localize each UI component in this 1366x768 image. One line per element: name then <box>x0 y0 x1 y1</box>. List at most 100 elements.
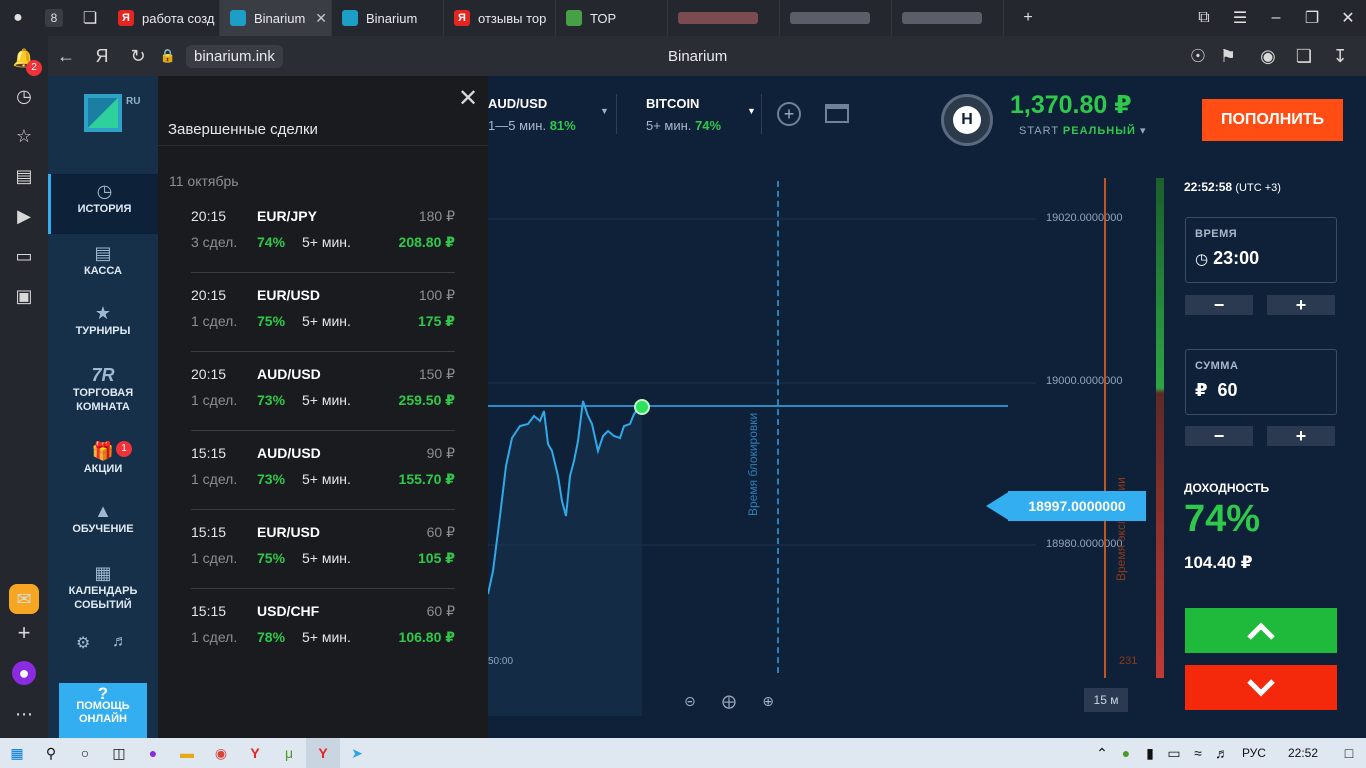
put-down-button[interactable] <box>1185 665 1337 710</box>
notes-icon[interactable]: ▤ <box>12 164 36 188</box>
tab-6[interactable] <box>668 0 780 36</box>
reload-icon[interactable]: ↻ <box>120 36 156 76</box>
chrome-icon[interactable]: ◉ <box>204 738 238 768</box>
deal-row[interactable]: 15:15 USD/CHF 60 ₽ 1 сдел. 78% 5+ мин. 106.80… <box>191 589 455 668</box>
taskbar-clock[interactable]: 22:52 <box>1274 746 1332 760</box>
sidebar-item-tournaments[interactable]: ★ ТУРНИРЫ <box>48 304 158 338</box>
settings-gear-icon[interactable]: ⚙ <box>76 633 90 653</box>
close-window-icon[interactable]: ✕ <box>1330 0 1366 36</box>
help-online-button[interactable]: ? ПОМОЩЬ ОНЛАЙН <box>59 683 147 739</box>
tab-8[interactable] <box>892 0 1004 36</box>
chevron-down-icon[interactable]: ▼ <box>747 106 756 116</box>
tab-3[interactable]: Binarium <box>332 0 444 36</box>
telegram-icon[interactable]: ➤ <box>340 738 374 768</box>
account-level-icon[interactable]: H <box>941 94 993 146</box>
close-icon[interactable]: ✕ <box>458 84 478 113</box>
camera-icon[interactable]: ▣ <box>12 284 36 308</box>
url-field[interactable]: binarium.ink <box>186 44 283 68</box>
sentiment-gauge <box>1156 178 1164 678</box>
utorrent-icon[interactable]: μ <box>272 738 306 768</box>
deal-row[interactable]: 15:15 EUR/USD 60 ₽ 1 сдел. 75% 5+ мин. 105 ₽ <box>191 510 455 589</box>
tab-1[interactable]: Яработа созд <box>108 0 220 36</box>
timeframe-button[interactable]: 15 м <box>1084 688 1128 712</box>
menu-icon[interactable]: ☰ <box>1222 0 1258 36</box>
tab-2-active[interactable]: Binarium ✕ <box>220 0 332 36</box>
cortana-icon[interactable]: ○ <box>68 738 102 768</box>
deal-row[interactable]: 20:15 EUR/USD 100 ₽ 1 сдел. 75% 5+ мин. 175 ₽ <box>191 273 455 352</box>
battery-icon[interactable]: ▭ <box>1162 738 1186 768</box>
tab-7[interactable] <box>780 0 892 36</box>
deal-time: 20:15 <box>191 287 227 303</box>
chevron-down-icon[interactable]: ▼ <box>600 106 609 116</box>
sidebar-item-cashier[interactable]: ▤ КАССА <box>48 244 158 278</box>
sidebar-item-history[interactable]: ◷ ИСТОРИЯ <box>48 174 158 234</box>
new-tab-group-icon[interactable]: ❏ <box>72 0 108 36</box>
tab-4[interactable]: Яотзывы тор <box>444 0 556 36</box>
wifi-icon[interactable]: ≈ <box>1186 738 1210 768</box>
search-icon[interactable]: ⚲ <box>34 738 68 768</box>
alice-taskbar-icon[interactable]: ● <box>136 738 170 768</box>
tab-manager-icon[interactable]: ⧉ <box>1186 0 1222 36</box>
deal-row[interactable]: 15:15 AUD/USD 90 ₽ 1 сдел. 73% 5+ мин. 155.70… <box>191 431 455 510</box>
amount-plus-button[interactable]: + <box>1267 426 1335 446</box>
collections-icon[interactable]: ❏ <box>1286 36 1322 76</box>
time-plus-button[interactable]: + <box>1267 295 1335 315</box>
volume-icon[interactable]: ♬ <box>1210 738 1234 768</box>
sidebar-item-promotions[interactable]: 🎁 АКЦИИ <box>48 442 158 476</box>
asset-selector-audusd[interactable]: AUD/USD 1—5 мин. 81% <box>488 96 576 133</box>
microphone-icon[interactable]: ▮ <box>1138 738 1162 768</box>
call-up-button[interactable] <box>1185 608 1337 653</box>
notification-center-icon[interactable]: □ <box>1332 738 1366 768</box>
alice-icon[interactable]: ◉ <box>1250 36 1286 76</box>
explorer-icon[interactable]: ▬ <box>170 738 204 768</box>
star-icon[interactable]: ☆ <box>12 124 36 148</box>
deal-row[interactable]: 20:15 EUR/JPY 180 ₽ 3 сдел. 74% 5+ мин. 208.8… <box>191 194 455 273</box>
minimize-icon[interactable]: – <box>1258 0 1294 36</box>
sidebar-item-trading-room[interactable]: 7R ТОРГОВАЯ КОМНАТА <box>48 366 158 414</box>
asset-selector-bitcoin[interactable]: BITCOIN 5+ мин. 74% <box>646 96 721 133</box>
download-icon[interactable]: ↧ <box>1322 36 1358 76</box>
layout-window-icon[interactable] <box>825 104 849 123</box>
price-chart[interactable]: 19020.0000000 19000.0000000 18980.000000… <box>488 176 1168 738</box>
sidebar-item-label: КАЛЕНДАРЬ СОБЫТИЙ <box>68 585 138 611</box>
yandex-browser-icon[interactable]: Y <box>238 738 272 768</box>
more-icon[interactable]: ⋯ <box>12 702 36 726</box>
tray-app-icon[interactable]: ● <box>1114 738 1138 768</box>
yandex-browser-active-icon[interactable]: Y <box>306 738 340 768</box>
zoom-out-icon[interactable]: ⊝ <box>684 693 696 710</box>
tab-5[interactable]: ТОР <box>556 0 668 36</box>
binarium-logo[interactable] <box>84 94 122 132</box>
back-icon[interactable]: ← <box>48 36 84 76</box>
account-type[interactable]: START РЕАЛЬНЫЙ ▾ <box>1019 124 1147 137</box>
profile-8-icon[interactable]: ▭ <box>12 244 36 268</box>
bookmark-icon[interactable]: ⚑ <box>1210 36 1246 76</box>
deal-pct: 74% <box>257 234 286 250</box>
time-minus-button[interactable]: − <box>1185 295 1253 315</box>
language-indicator[interactable]: РУС <box>1234 746 1274 760</box>
amount-field[interactable]: СУММА ₽ 60 <box>1185 349 1337 415</box>
zoom-reset-icon[interactable]: ⨁ <box>722 693 736 710</box>
restore-icon[interactable]: ❐ <box>1294 0 1330 36</box>
windows-start-icon[interactable]: ▦ <box>0 738 34 768</box>
amount-minus-button[interactable]: − <box>1185 426 1253 446</box>
new-tab-icon[interactable]: + <box>1010 0 1046 36</box>
tray-chevron-icon[interactable]: ⌃ <box>1090 738 1114 768</box>
task-view-icon[interactable]: ◫ <box>102 738 136 768</box>
add-panel-icon[interactable]: + <box>12 620 36 645</box>
deposit-button[interactable]: ПОПОЛНИТЬ <box>1202 99 1343 141</box>
deal-row[interactable]: 20:15 AUD/USD 150 ₽ 1 сдел. 73% 5+ мин. 259.5… <box>191 352 455 431</box>
sound-icon[interactable]: ♬ <box>112 633 128 651</box>
sidebar-item-calendar[interactable]: ▦ КАЛЕНДАРЬ СОБЫТИЙ <box>48 564 158 612</box>
yandex-icon[interactable]: Я <box>84 36 120 76</box>
time-field[interactable]: ВРЕМЯ ◷ 23:00 <box>1185 217 1337 283</box>
play-icon[interactable]: ▶ <box>12 204 36 228</box>
add-asset-icon[interactable]: + <box>777 102 801 126</box>
profile-count-badge[interactable]: 8 <box>36 0 72 36</box>
mail-icon[interactable]: ✉ <box>9 584 39 614</box>
profile-icon[interactable]: ● <box>0 0 36 36</box>
zoom-in-icon[interactable]: ⊕ <box>762 693 774 710</box>
sidebar-item-education[interactable]: ▲ ОБУЧЕНИЕ <box>48 502 158 536</box>
tab-close-icon[interactable]: ✕ <box>315 10 327 27</box>
history-clock-icon[interactable]: ◷ <box>12 84 36 108</box>
alice-voice-icon[interactable]: ● <box>12 661 36 685</box>
